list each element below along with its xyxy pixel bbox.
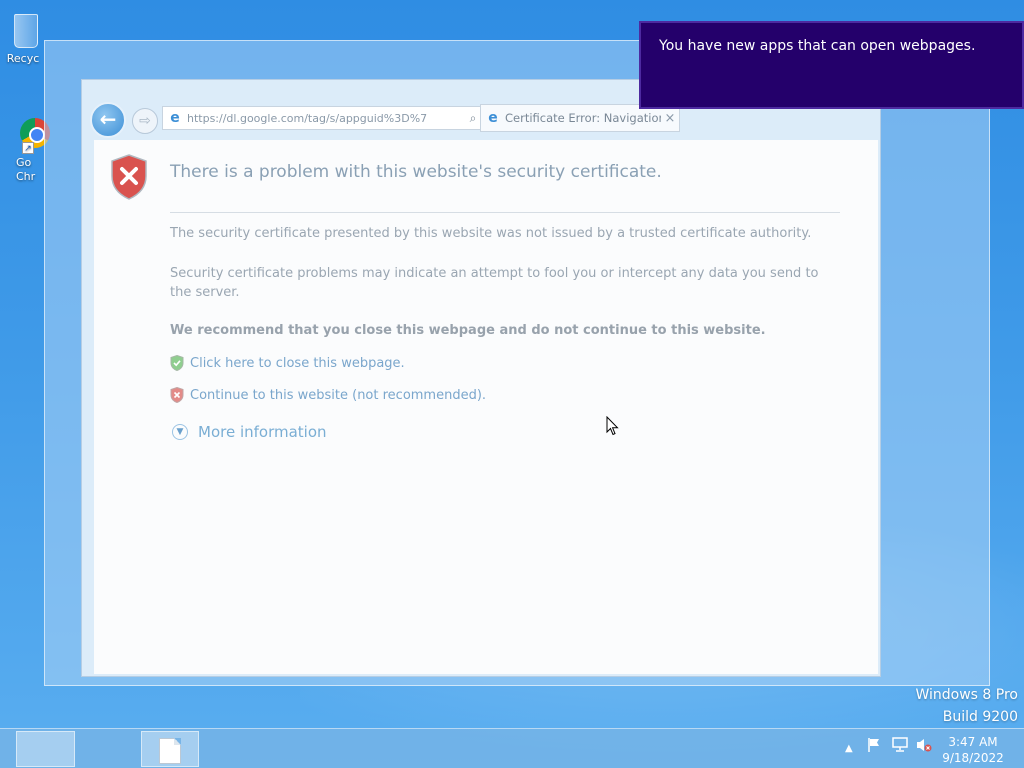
back-button[interactable]: ← bbox=[90, 102, 126, 138]
watermark-edition: Windows 8 Pro bbox=[915, 687, 1018, 703]
recommendation-text: We recommend that you close this webpage… bbox=[170, 323, 766, 338]
show-hidden-icons-button[interactable]: ▲ bbox=[845, 743, 853, 754]
shortcut-arrow-icon: ↗ bbox=[22, 142, 34, 154]
windows-watermark: Windows 8 Pro Build 9200 bbox=[915, 684, 1018, 728]
browser-window: ← ⇨ e https://dl.google.com/tag/s/appgui… bbox=[81, 79, 881, 677]
address-bar[interactable]: e https://dl.google.com/tag/s/appguid%3D… bbox=[162, 106, 514, 130]
toast-message: You have new apps that can open webpages… bbox=[659, 38, 976, 54]
taskbar: ▲ 3:47 AM 9/18/2022 bbox=[0, 728, 1024, 768]
notification-toast[interactable]: You have new apps that can open webpages… bbox=[639, 21, 1024, 109]
ie-tab-icon: e bbox=[488, 110, 498, 126]
warning-description: Security certificate problems may indica… bbox=[170, 266, 819, 300]
volume-muted-icon[interactable] bbox=[915, 737, 933, 753]
red-shield-icon bbox=[170, 387, 184, 403]
taskbar-ie-button[interactable] bbox=[16, 731, 75, 767]
recycle-bin-label: Recyc bbox=[6, 52, 40, 65]
expand-chevron-icon: ▼ bbox=[172, 424, 188, 440]
forward-button[interactable]: ⇨ bbox=[132, 108, 158, 134]
clock-time: 3:47 AM bbox=[948, 735, 998, 749]
page-content: There is a problem with this website's s… bbox=[94, 140, 878, 674]
mouse-cursor-icon bbox=[606, 416, 619, 436]
file-icon bbox=[159, 738, 181, 764]
close-webpage-link[interactable]: Click here to close this webpage. bbox=[190, 356, 405, 371]
chrome-icon: ↗ bbox=[6, 116, 50, 156]
tab-close-icon[interactable]: × bbox=[661, 111, 679, 126]
recycle-bin-shortcut[interactable]: Recyc bbox=[0, 6, 46, 65]
error-description: The security certificate presented by th… bbox=[170, 226, 812, 241]
tab-title: Certificate Error: Navigation... bbox=[505, 111, 661, 125]
ie-page-icon: e bbox=[170, 110, 180, 126]
continue-website-link[interactable]: Continue to this website (not recommende… bbox=[190, 388, 486, 403]
browser-window-frame: ← ⇨ e https://dl.google.com/tag/s/appgui… bbox=[44, 40, 990, 686]
error-shield-icon bbox=[111, 154, 147, 200]
action-center-flag-icon[interactable] bbox=[866, 737, 882, 753]
continue-link-row[interactable]: Continue to this website (not recommende… bbox=[170, 387, 486, 403]
more-information-label: More information bbox=[198, 423, 327, 441]
more-information-toggle[interactable]: ▼ More information bbox=[172, 423, 327, 441]
chrome-label: Go Chr bbox=[16, 156, 36, 183]
clock-date: 9/18/2022 bbox=[942, 751, 1004, 765]
chrome-shortcut[interactable]: ↗ Go Chr bbox=[0, 116, 50, 184]
taskbar-explorer-button[interactable] bbox=[141, 731, 199, 767]
desktop: Recyc ↗ Go Chr ← ⇨ e https://dl.google.c… bbox=[0, 0, 1024, 768]
page-title: There is a problem with this website's s… bbox=[170, 162, 662, 182]
green-shield-icon bbox=[170, 355, 184, 371]
recycle-bin-icon bbox=[6, 6, 40, 52]
system-clock[interactable]: 3:47 AM 9/18/2022 bbox=[936, 734, 1010, 766]
search-icon[interactable]: ⌕ bbox=[465, 111, 481, 126]
network-icon[interactable] bbox=[891, 737, 909, 753]
address-url[interactable]: https://dl.google.com/tag/s/appguid%3D%7 bbox=[187, 112, 465, 125]
close-webpage-link-row[interactable]: Click here to close this webpage. bbox=[170, 355, 405, 371]
watermark-build: Build 9200 bbox=[942, 709, 1018, 725]
divider bbox=[170, 212, 840, 213]
